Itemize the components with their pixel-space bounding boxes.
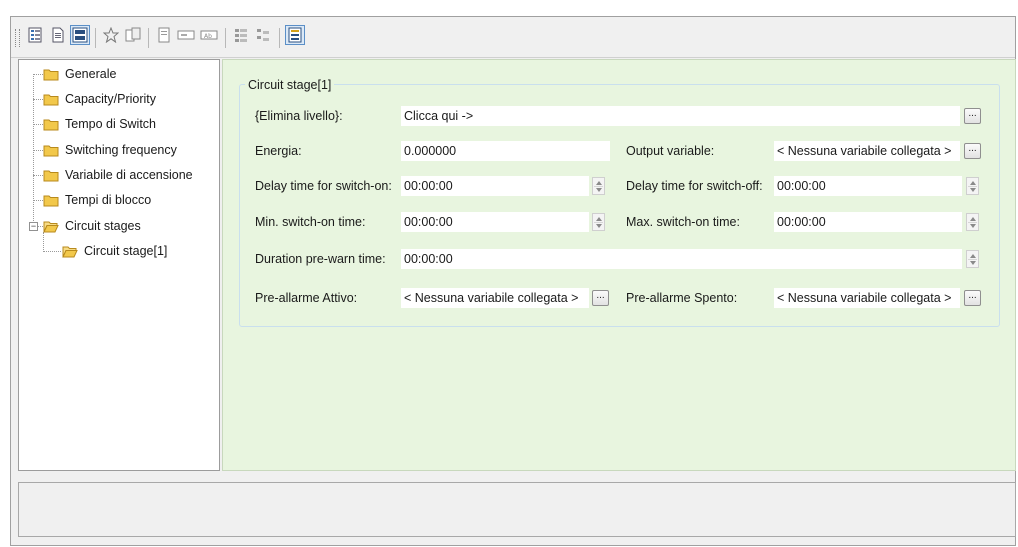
star-icon[interactable] bbox=[101, 25, 121, 45]
pre-allarme-attivo-browse-button[interactable]: ... bbox=[592, 290, 609, 306]
delay-switch-on-spinner[interactable] bbox=[592, 177, 605, 195]
tree-item-label: Generale bbox=[65, 67, 117, 81]
field-icon[interactable] bbox=[176, 25, 196, 45]
tree-item-tempo-di-switch[interactable]: Tempo di Switch bbox=[43, 115, 156, 133]
pre-allarme-spento-label: Pre-allarme Spento: bbox=[626, 291, 738, 305]
open-folder-icon bbox=[62, 246, 78, 258]
tree-item-variabile-di-accensione[interactable]: Variabile di accensione bbox=[43, 166, 193, 184]
elimina-livello-browse-button[interactable]: ... bbox=[964, 108, 981, 124]
folder-icon bbox=[43, 170, 59, 182]
max-switch-on-label: Max. switch-on time: bbox=[626, 215, 740, 229]
max-switch-on-spinner[interactable] bbox=[966, 213, 979, 231]
energia-label: Energia: bbox=[255, 144, 302, 158]
folder-icon bbox=[43, 94, 59, 106]
page-icon[interactable] bbox=[154, 25, 174, 45]
output-variable-field[interactable]: < Nessuna variabile collegata > bbox=[774, 141, 960, 161]
min-switch-on-label: Min. switch-on time: bbox=[255, 215, 366, 229]
duration-prewarn-field[interactable]: 00:00:00 bbox=[401, 249, 962, 269]
tree-item-label: Circuit stage[1] bbox=[84, 244, 168, 258]
pre-allarme-attivo-field[interactable]: < Nessuna variabile collegata > bbox=[401, 288, 589, 308]
elimina-livello-label: {Elimina livello}: bbox=[255, 109, 343, 123]
collapse-expander[interactable]: − bbox=[29, 222, 38, 231]
delay-switch-off-spinner[interactable] bbox=[966, 177, 979, 195]
duration-prewarn-label: Duration pre-warn time: bbox=[255, 252, 386, 266]
max-switch-on-field[interactable]: 00:00:00 bbox=[774, 212, 962, 232]
folder-icon bbox=[43, 145, 59, 157]
delay-switch-on-label: Delay time for switch-on: bbox=[255, 179, 392, 193]
delay-switch-off-field[interactable]: 00:00:00 bbox=[774, 176, 962, 196]
tree-item-circuit-stages[interactable]: Circuit stages bbox=[43, 217, 141, 235]
navigation-tree[interactable]: − Generale Capacity/Priority Tempo di Sw… bbox=[18, 59, 220, 471]
document-icon[interactable] bbox=[48, 25, 68, 45]
tree-expand-icon[interactable] bbox=[231, 25, 251, 45]
tree-collapse-icon[interactable] bbox=[253, 25, 273, 45]
tree-item-label: Circuit stages bbox=[65, 219, 141, 233]
tree-item-label: Tempo di Switch bbox=[65, 117, 157, 131]
delay-switch-off-label: Delay time for switch-off: bbox=[626, 179, 763, 193]
energia-field[interactable]: 0.000000 bbox=[401, 141, 610, 161]
copy-icon[interactable] bbox=[123, 25, 143, 45]
min-switch-on-spinner[interactable] bbox=[592, 213, 605, 231]
tree-item-tempi-di-blocco[interactable]: Tempi di blocco bbox=[43, 191, 151, 209]
output-variable-browse-button[interactable]: ... bbox=[964, 143, 981, 159]
tree-item-circuit-stage-1[interactable]: Circuit stage[1] bbox=[62, 242, 168, 260]
folder-icon bbox=[43, 69, 59, 81]
folder-icon bbox=[43, 195, 59, 207]
field-abc-icon[interactable]: Ab bbox=[199, 25, 219, 45]
group-title: Circuit stage[1] bbox=[245, 78, 335, 92]
table-icon[interactable] bbox=[285, 25, 305, 45]
tree-item-label: Switching frequency bbox=[65, 143, 177, 157]
panel-view-icon[interactable] bbox=[70, 25, 90, 45]
toolbar-grip[interactable] bbox=[15, 29, 20, 47]
pre-allarme-attivo-label: Pre-allarme Attivo: bbox=[255, 291, 358, 305]
svg-text:Ab: Ab bbox=[204, 33, 212, 40]
tree-item-label: Tempi di blocco bbox=[65, 193, 152, 207]
bottom-panel bbox=[18, 482, 1016, 537]
pre-allarme-spento-browse-button[interactable]: ... bbox=[964, 290, 981, 306]
duration-prewarn-spinner[interactable] bbox=[966, 250, 979, 268]
tree-item-capacity-priority[interactable]: Capacity/Priority bbox=[43, 90, 156, 108]
tree-item-label: Variabile di accensione bbox=[65, 168, 193, 182]
output-variable-label: Output variable: bbox=[626, 144, 715, 158]
open-folder-icon bbox=[43, 221, 59, 233]
folder-icon bbox=[43, 119, 59, 131]
pre-allarme-spento-field[interactable]: < Nessuna variabile collegata > bbox=[774, 288, 960, 308]
tree-item-label: Capacity/Priority bbox=[65, 92, 156, 106]
delay-switch-on-field[interactable]: 00:00:00 bbox=[401, 176, 589, 196]
tree-item-generale[interactable]: Generale bbox=[43, 65, 116, 83]
min-switch-on-field[interactable]: 00:00:00 bbox=[401, 212, 589, 232]
elimina-livello-field[interactable]: Clicca qui -> bbox=[401, 106, 960, 126]
tree-item-switching-frequency[interactable]: Switching frequency bbox=[43, 141, 177, 159]
tree-view-icon[interactable] bbox=[25, 25, 45, 45]
